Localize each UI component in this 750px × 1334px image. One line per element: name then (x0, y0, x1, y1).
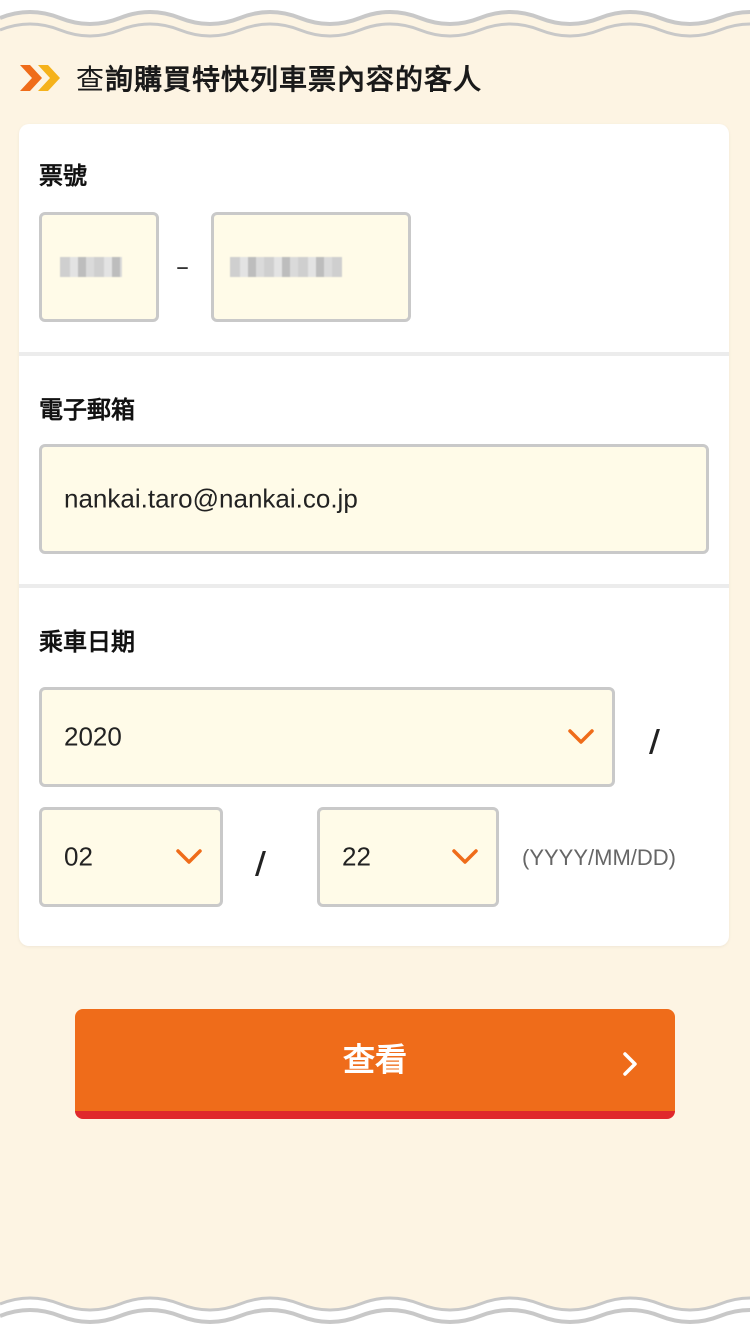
bottom-wave-border (0, 1296, 750, 1334)
boarding-date-label: 乘車日期 (39, 628, 135, 656)
date-separator: / (255, 846, 266, 881)
chevron-down-icon (176, 849, 202, 864)
day-value: 22 (342, 841, 371, 872)
ticket-number-part1-value (60, 257, 122, 277)
double-chevron-right-icon (20, 65, 60, 91)
ticket-number-part1-input[interactable] (39, 212, 159, 322)
chevron-down-icon (452, 849, 478, 864)
section-divider (19, 352, 729, 356)
ticket-number-part2-input[interactable] (211, 212, 411, 322)
view-button-label: 查看 (342, 1040, 407, 1079)
top-wave-border (0, 0, 750, 38)
year-value: 2020 (64, 721, 122, 752)
ticket-number-label: 票號 (39, 162, 87, 190)
chevron-right-icon (623, 1052, 637, 1076)
email-label: 電子郵箱 (39, 396, 135, 424)
heading-title: 查詢購買特快列車票內容的客人 (76, 58, 482, 98)
month-value: 02 (64, 841, 93, 872)
email-value: nankai.taro@nankai.co.jp (64, 483, 358, 514)
day-select[interactable]: 22 (317, 807, 499, 907)
month-select[interactable]: 02 (39, 807, 223, 907)
heading-prefix: 查 (76, 63, 106, 96)
heading-title-text: 詢購買特快列車票內容的客人 (105, 63, 483, 96)
view-button[interactable]: 查看 (75, 1009, 675, 1119)
year-select[interactable]: 2020 (39, 687, 615, 787)
date-format-hint: (YYYY/MM/DD) (522, 845, 676, 870)
email-field[interactable]: nankai.taro@nankai.co.jp (39, 444, 709, 554)
ticket-number-separator: – (176, 252, 189, 282)
inquiry-form-card: 票號 – 電子郵箱 nankai.taro@nankai.co.jp 乘車日期 … (19, 124, 729, 946)
date-separator: / (649, 724, 660, 759)
chevron-down-icon (568, 729, 594, 744)
section-divider (19, 584, 729, 588)
ticket-number-part2-value (230, 257, 342, 277)
page-heading: 查詢購買特快列車票內容的客人 (20, 58, 482, 98)
